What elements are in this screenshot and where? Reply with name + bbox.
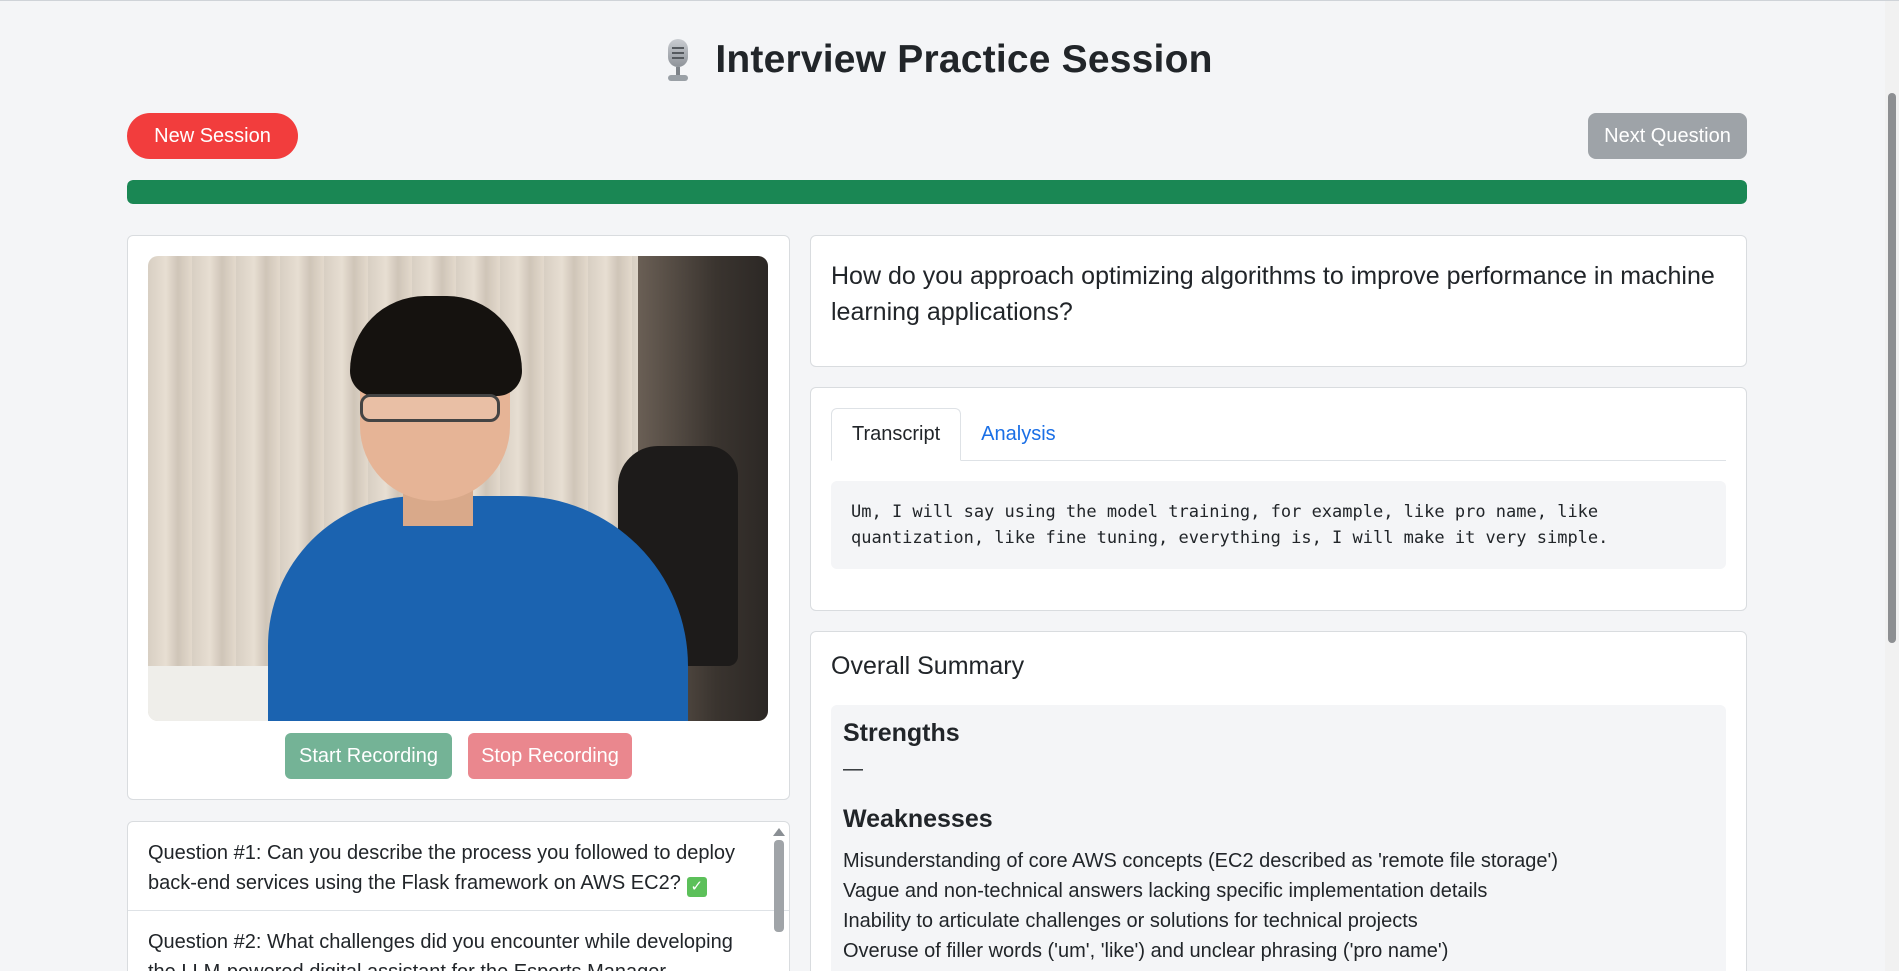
- current-question-card: How do you approach optimizing algorithm…: [810, 235, 1747, 367]
- checkmark-icon: ✓: [686, 877, 707, 897]
- question-list-scrollbar[interactable]: [773, 826, 785, 971]
- start-recording-button[interactable]: Start Recording: [285, 733, 452, 779]
- video-card: Start Recording Stop Recording: [127, 235, 790, 800]
- transcript-text: Um, I will say using the model training,…: [831, 481, 1726, 569]
- scroll-up-arrow-icon[interactable]: [773, 828, 785, 836]
- strengths-heading: Strengths: [843, 719, 960, 747]
- list-item[interactable]: Question #1: Can you describe the proces…: [128, 822, 789, 911]
- new-session-button[interactable]: New Session: [127, 113, 298, 159]
- strengths-value: —: [843, 758, 863, 780]
- question-list[interactable]: Question #1: Can you describe the proces…: [127, 821, 790, 971]
- scroll-thumb[interactable]: [774, 840, 784, 932]
- summary-title: Overall Summary: [831, 652, 1025, 680]
- weaknesses-list: Misunderstanding of core AWS concepts (E…: [843, 846, 1714, 966]
- weaknesses-heading: Weaknesses: [843, 805, 993, 833]
- page-scrollbar[interactable]: [1885, 1, 1899, 971]
- page-header: Interview Practice Session: [127, 1, 1747, 119]
- weakness-item: Inability to articulate challenges or so…: [843, 910, 1418, 932]
- tab-analysis[interactable]: Analysis: [961, 408, 1075, 460]
- weakness-item: Misunderstanding of core AWS concepts (E…: [843, 850, 1559, 872]
- page-title: Interview Practice Session: [715, 38, 1213, 81]
- recording-controls: Start Recording Stop Recording: [128, 733, 789, 779]
- progress-bar: [127, 180, 1747, 204]
- weakness-item: Vague and non-technical answers lacking …: [843, 880, 1488, 902]
- current-question-text: How do you approach optimizing algorithm…: [831, 262, 1715, 326]
- stop-recording-button[interactable]: Stop Recording: [468, 733, 632, 779]
- transcript-card: Transcript Analysis Um, I will say using…: [810, 387, 1747, 611]
- question-text: Question #1: Can you describe the proces…: [148, 842, 736, 894]
- list-item[interactable]: Question #2: What challenges did you enc…: [128, 911, 789, 971]
- progress-bar-fill: [127, 180, 1747, 204]
- tab-transcript[interactable]: Transcript: [831, 408, 962, 461]
- weakness-item: Overuse of filler words ('um', 'like') a…: [843, 940, 1449, 962]
- question-text: Question #2: What challenges did you enc…: [148, 931, 733, 971]
- main-container: Interview Practice Session New Session N…: [127, 1, 1747, 971]
- next-question-button[interactable]: Next Question: [1588, 113, 1747, 159]
- webcam-video: [148, 256, 768, 721]
- summary-card: Overall Summary Strengths — Weaknesses M…: [810, 631, 1747, 971]
- page-scroll-thumb[interactable]: [1888, 93, 1896, 643]
- microphone-icon: [661, 37, 695, 83]
- summary-content: Strengths — Weaknesses Misunderstanding …: [831, 705, 1726, 971]
- tab-bar: Transcript Analysis: [831, 408, 1726, 461]
